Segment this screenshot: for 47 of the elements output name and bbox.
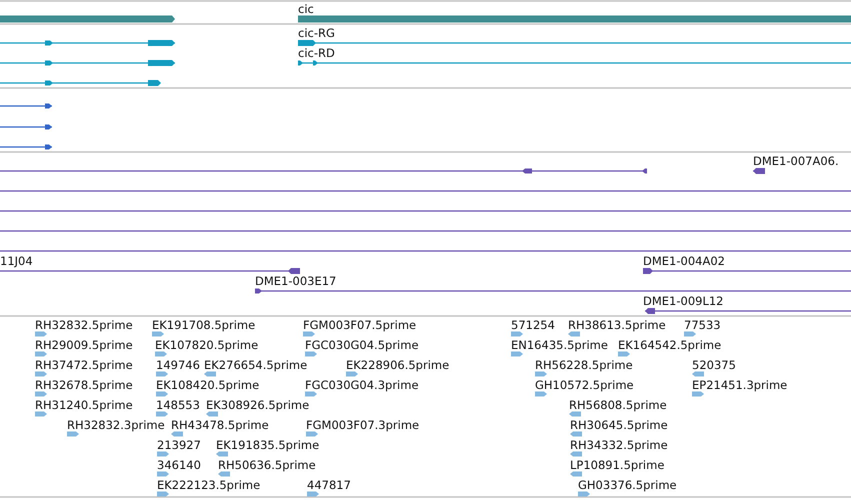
feature-label: EK222123.5prime [157,478,260,492]
feature-label: 77533 [684,318,721,332]
feature-label: RH56228.5prime [535,358,633,372]
feature-label: RH32832.3prime [67,418,165,432]
feature-label: DME1-003E17 [255,274,336,288]
feature-label: 11J04 [0,254,33,268]
feature-label: cic [298,2,314,16]
feature-label: RH56808.5prime [569,398,667,412]
feature-label: 148553 [156,398,200,412]
feature-label: LP10891.5prime [570,458,664,472]
feature-label: GH03376.5prime [578,478,677,492]
feature-label: EK228906.5prime [346,358,450,372]
feature-label: 213927 [157,438,201,452]
feature-label: RH29009.5prime [35,338,133,352]
feature-label: cic-RG [298,26,335,40]
feature-label: 447817 [307,478,351,492]
feature-label: RH30645.5prime [570,418,668,432]
feature-label: 346140 [157,458,201,472]
feature-label: FGM003F07.5prime [303,318,416,332]
feature-label: EK108420.5prime [156,378,260,392]
feature-label: DME1-004A02 [643,254,725,268]
feature-label: EK308926.5prime [206,398,310,412]
feature-label: RH50636.5prime [218,458,316,472]
feature-label: RH32832.5prime [35,318,133,332]
feature-label: EK164542.5prime [618,338,722,352]
feature-label: cic-RD [298,46,335,60]
feature-label: EP21451.3prime [692,378,788,392]
feature-label: RH43478.5prime [171,418,269,432]
feature-label: RH38613.5prime [568,318,666,332]
feature-label: EK191708.5prime [152,318,256,332]
feature-label: GH10572.5prime [535,378,634,392]
feature-label: FGC030G04.5prime [305,338,419,352]
feature-label: DME1-007A06. [753,154,839,168]
feature-label: FGM003F07.3prime [306,418,420,432]
feature-label: EK107820.5prime [155,338,258,352]
feature-label: RH32678.5prime [35,378,133,392]
feature-label: EN16435.5prime [511,338,608,352]
feature-label: 149746 [156,358,200,372]
feature-label: FGC030G04.3prime [305,378,419,392]
feature-label: RH31240.5prime [35,398,133,412]
feature-label: RH34332.5prime [570,438,668,452]
feature-label: RH37472.5prime [35,358,133,372]
feature-label: 520375 [692,358,736,372]
feature-label: DME1-009L12 [643,294,724,308]
feature-label: 571254 [511,318,555,332]
feature-label: EK276654.5prime [204,358,308,372]
feature-label: EK191835.5prime [216,438,320,452]
